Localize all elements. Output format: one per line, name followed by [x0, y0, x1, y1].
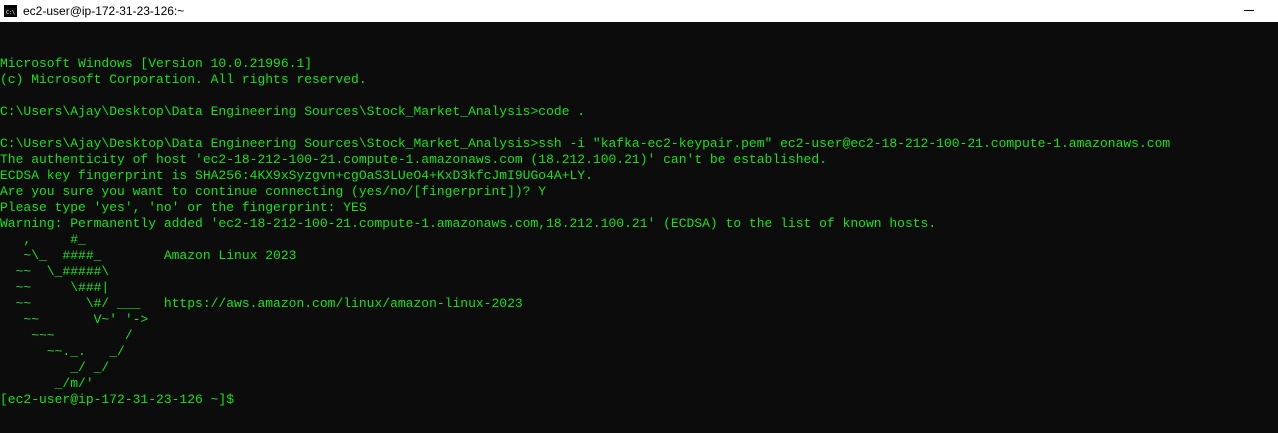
console-line: Please type 'yes', 'no' or the fingerpri…	[0, 200, 367, 215]
console-line: Are you sure you want to continue connec…	[0, 184, 547, 199]
console-line: C:\Users\Ajay\Desktop\Data Engineering S…	[0, 104, 586, 119]
console-line: _/ _/	[0, 360, 110, 375]
console-line: ~~ \#/ ___ https://aws.amazon.com/linux/…	[0, 296, 523, 311]
window-title: ec2-user@ip-172-31-23-126:~	[23, 4, 185, 18]
terminal-window: C:\ ec2-user@ip-172-31-23-126:~ Microsof…	[0, 0, 1278, 433]
console-line: The authenticity of host 'ec2-18-212-100…	[0, 152, 827, 167]
console-output[interactable]: Microsoft Windows [Version 10.0.21996.1]…	[0, 24, 1278, 433]
console-line: ~~~ /	[0, 328, 133, 343]
console-line: ~~ \###|	[0, 280, 110, 295]
console-line: ~~ V~' '->	[0, 312, 149, 327]
console-line: (c) Microsoft Corporation. All rights re…	[0, 72, 367, 87]
console-line: _/m/'	[0, 376, 94, 391]
console-line: C:\Users\Ajay\Desktop\Data Engineering S…	[0, 136, 1171, 151]
svg-text:C:\: C:\	[6, 10, 15, 16]
minimize-button[interactable]	[1232, 0, 1262, 22]
console-line: , #_	[0, 232, 86, 247]
title-bar[interactable]: C:\ ec2-user@ip-172-31-23-126:~	[0, 0, 1278, 22]
console-line: ~~._. _/	[0, 344, 125, 359]
cmd-icon: C:\	[4, 5, 17, 17]
console-line: Warning: Permanently added 'ec2-18-212-1…	[0, 216, 937, 231]
console-line: ECDSA key fingerprint is SHA256:4KX9xSyz…	[0, 168, 593, 183]
shell-prompt[interactable]: [ec2-user@ip-172-31-23-126 ~]$	[0, 392, 1278, 408]
console-line: ~~ \_#####\	[0, 264, 110, 279]
prompt-text: [ec2-user@ip-172-31-23-126 ~]$	[0, 392, 235, 407]
console-line: Microsoft Windows [Version 10.0.21996.1]	[0, 56, 313, 71]
console-line: ~\_ ####_ Amazon Linux 2023	[0, 248, 297, 263]
